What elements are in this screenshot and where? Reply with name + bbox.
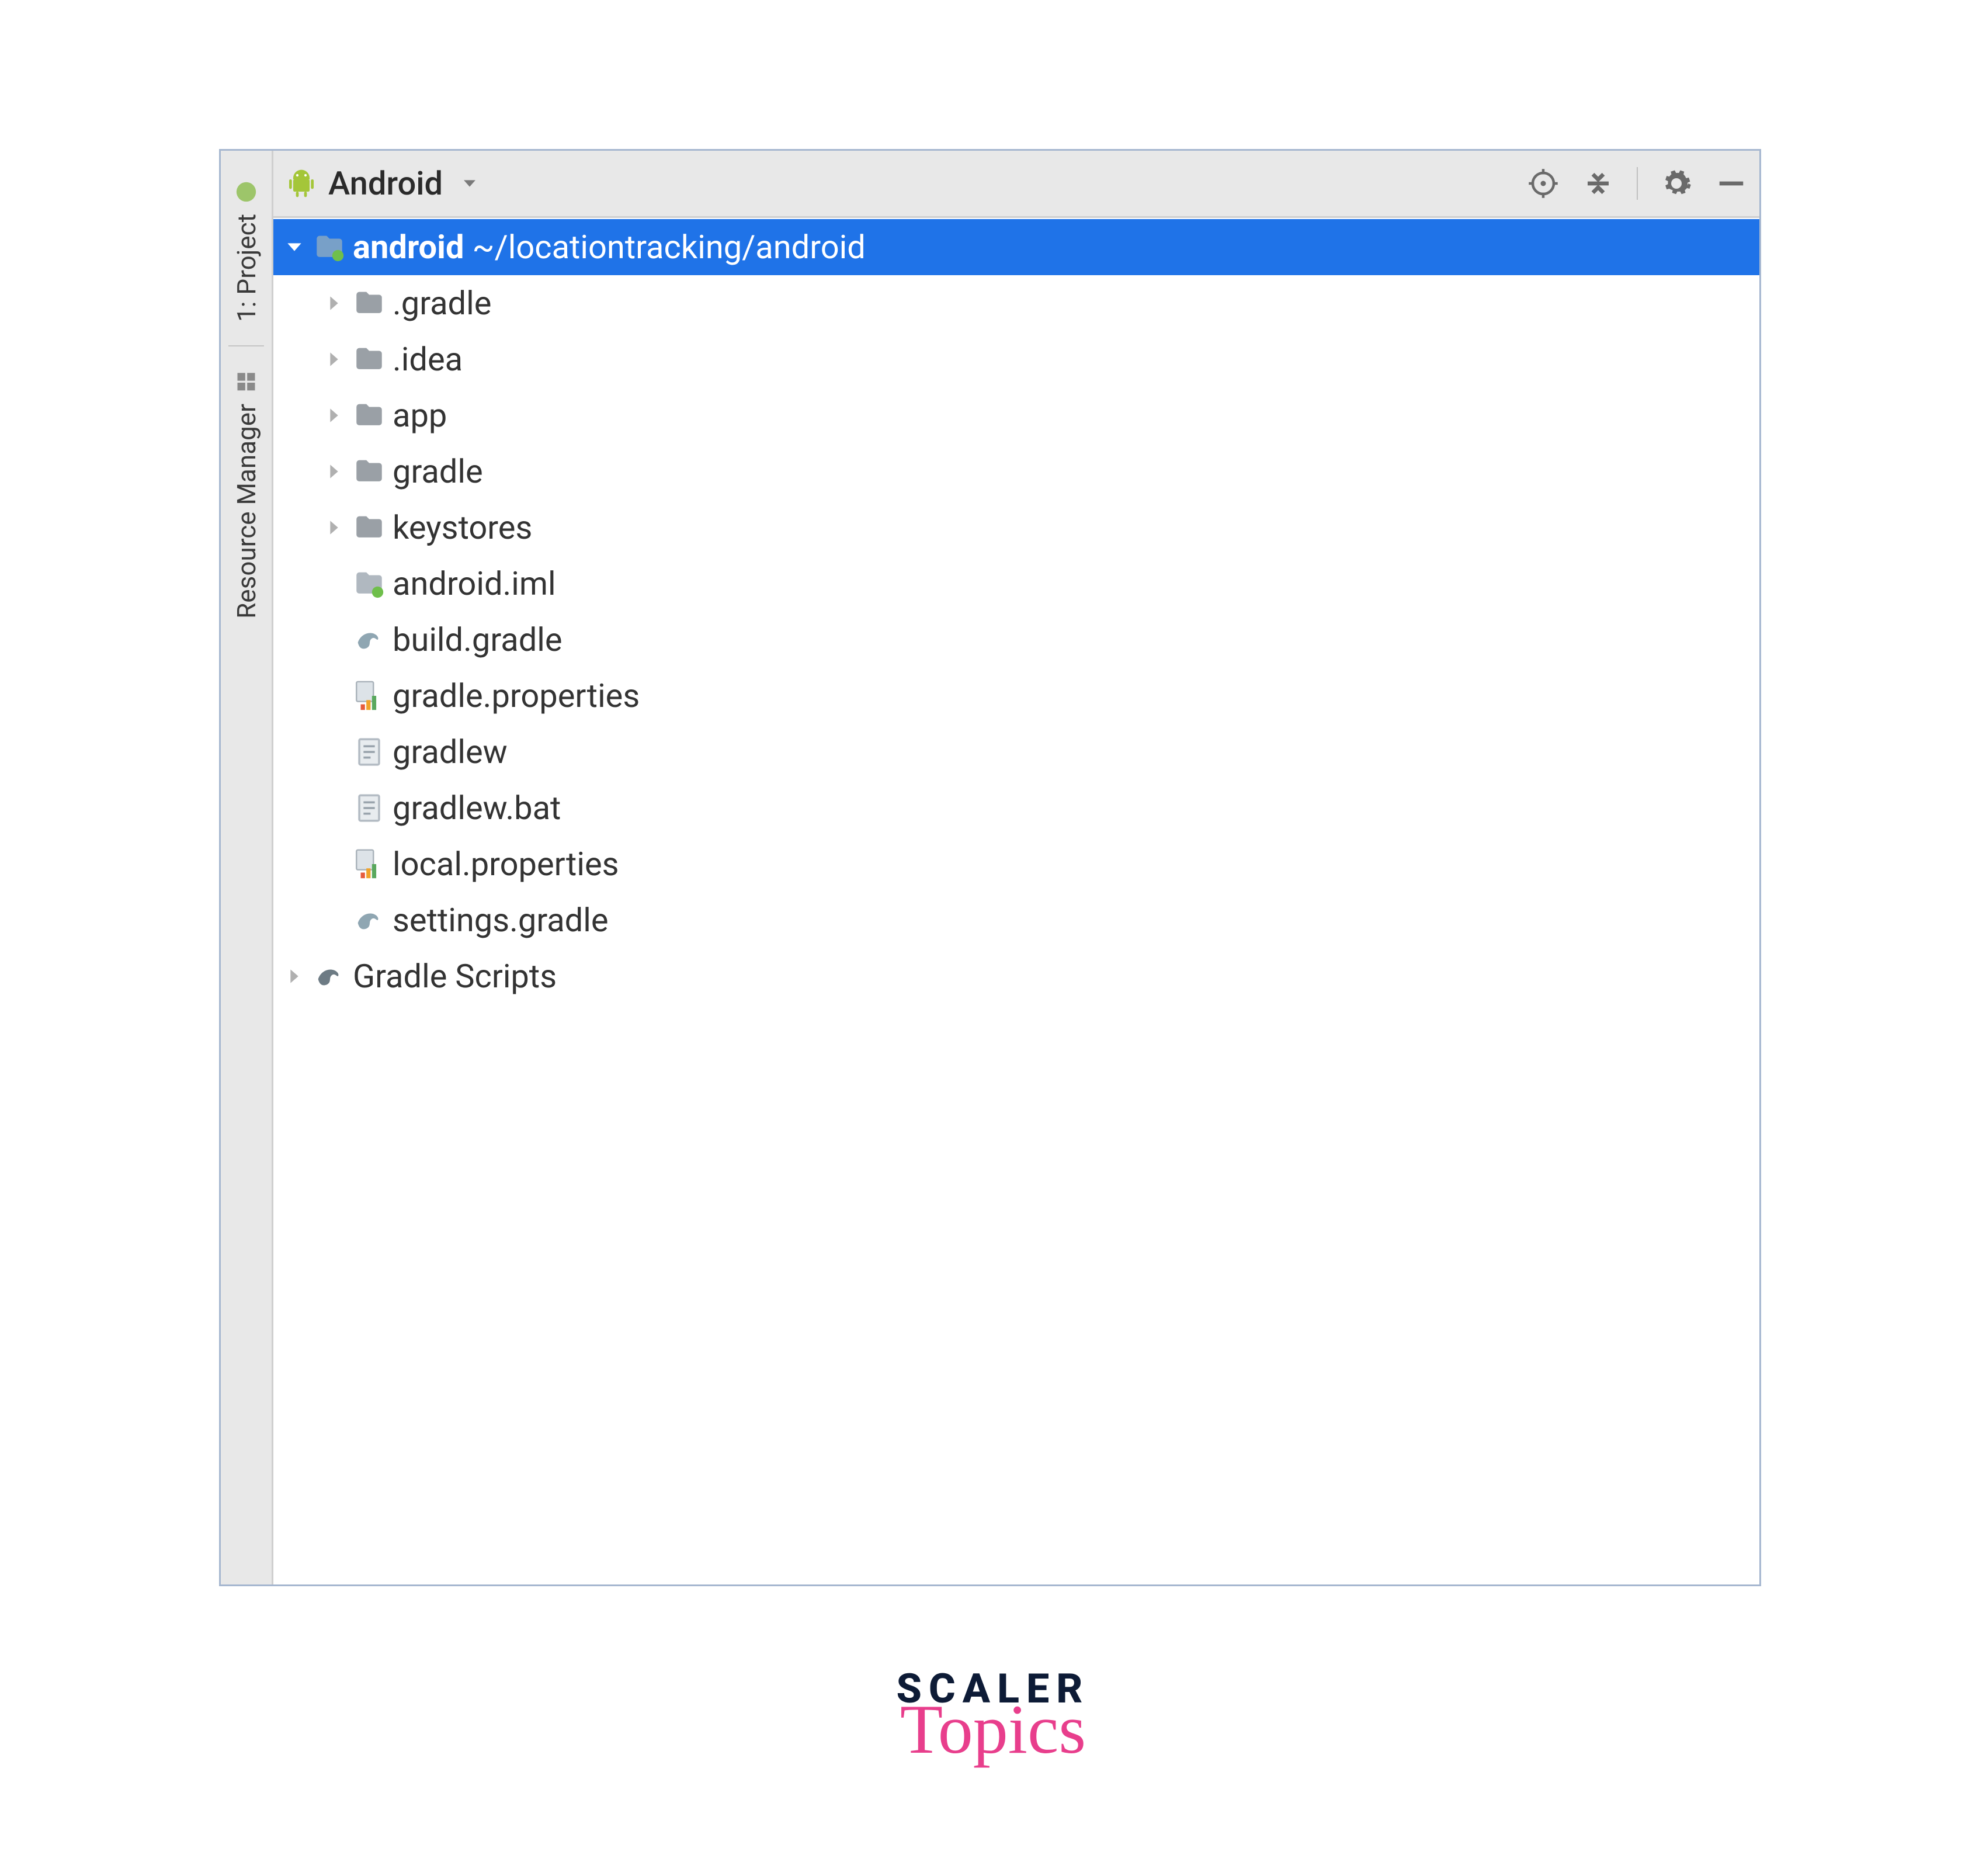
gradle-scripts-group[interactable]: Gradle Scripts [273, 948, 1759, 1004]
project-tab-label: 1: Project [231, 214, 262, 322]
header-separator [1637, 167, 1638, 200]
chevron-right-icon [279, 961, 310, 991]
android-small-icon [235, 178, 258, 206]
root-name: android [353, 228, 464, 266]
file-label: gradlew [393, 733, 508, 771]
project-tab[interactable]: 1: Project [231, 162, 262, 339]
tree-file[interactable]: android.iml [273, 556, 1759, 612]
resource-manager-tab-label: Resource Manager [231, 404, 262, 619]
tree-file[interactable]: settings.gradle [273, 892, 1759, 948]
scripts-label: Gradle Scripts [353, 957, 557, 996]
chevron-right-icon [319, 400, 349, 431]
view-label: Android [328, 164, 443, 203]
android-icon [285, 167, 318, 200]
file-label: build.gradle [393, 620, 563, 659]
file-label: gradlew.bat [393, 789, 561, 827]
resource-manager-tab[interactable]: Resource Manager [231, 352, 262, 636]
chevron-right-icon [319, 456, 349, 487]
chevron-right-icon [319, 344, 349, 374]
panel-header: Android [273, 151, 1759, 218]
tree-folder[interactable]: gradle [273, 443, 1759, 500]
file-label: android.iml [393, 564, 556, 603]
minimize-icon[interactable] [1715, 167, 1748, 200]
side-tab-separator [228, 345, 264, 346]
folder-label: app [393, 396, 447, 435]
target-icon[interactable] [1527, 167, 1560, 200]
tree-file[interactable]: build.gradle [273, 612, 1759, 668]
folder-icon [352, 398, 387, 433]
gradle-icon [352, 622, 387, 657]
folder-icon [352, 286, 387, 321]
tree-file[interactable]: gradle.properties [273, 668, 1759, 724]
folder-icon [352, 510, 387, 545]
tree-file[interactable]: local.properties [273, 836, 1759, 892]
tree-folder[interactable]: .idea [273, 331, 1759, 387]
collapse-icon[interactable] [1582, 167, 1615, 200]
view-selector[interactable]: Android [285, 164, 1527, 203]
chevron-down-icon [453, 167, 486, 200]
folder-label: .gradle [393, 284, 491, 323]
file-label: settings.gradle [393, 901, 609, 939]
header-actions [1527, 167, 1748, 200]
watermark: SCALER Topics [896, 1665, 1089, 1761]
watermark-line2: Topics [896, 1698, 1089, 1761]
root-path: ~/locationtracking/android [473, 228, 866, 266]
file-label: local.properties [393, 845, 619, 883]
properties-icon [352, 678, 387, 713]
project-tool-window: 1: Project Resource Manager [219, 149, 1761, 1586]
file-label: gradle.properties [393, 677, 640, 715]
tree-folder[interactable]: keystores [273, 500, 1759, 556]
tree-folder[interactable]: .gradle [273, 275, 1759, 331]
text-file-icon [352, 734, 387, 769]
chevron-right-icon [319, 512, 349, 543]
tree-file[interactable]: gradlew.bat [273, 780, 1759, 836]
tree-folder[interactable]: app [273, 387, 1759, 443]
gradle-icon [312, 959, 347, 994]
chevron-down-icon [279, 232, 310, 262]
folder-icon [352, 342, 387, 377]
folder-icon [352, 454, 387, 489]
module-folder-icon [312, 230, 347, 265]
gradle-icon [352, 903, 387, 938]
tree-root[interactable]: android ~/locationtracking/android [273, 219, 1759, 275]
folder-label: gradle [393, 452, 483, 491]
text-file-icon [352, 790, 387, 826]
project-tree[interactable]: android ~/locationtracking/android .grad… [273, 218, 1759, 1584]
gear-icon[interactable] [1660, 167, 1693, 200]
side-tab-strip: 1: Project Resource Manager [221, 151, 273, 1584]
resource-manager-icon [235, 367, 258, 395]
tree-file[interactable]: gradlew [273, 724, 1759, 780]
folder-label: .idea [393, 340, 463, 379]
module-file-icon [352, 566, 387, 601]
properties-icon [352, 847, 387, 882]
chevron-right-icon [319, 288, 349, 318]
main-area: Android [273, 151, 1759, 1584]
folder-label: keystores [393, 508, 532, 547]
